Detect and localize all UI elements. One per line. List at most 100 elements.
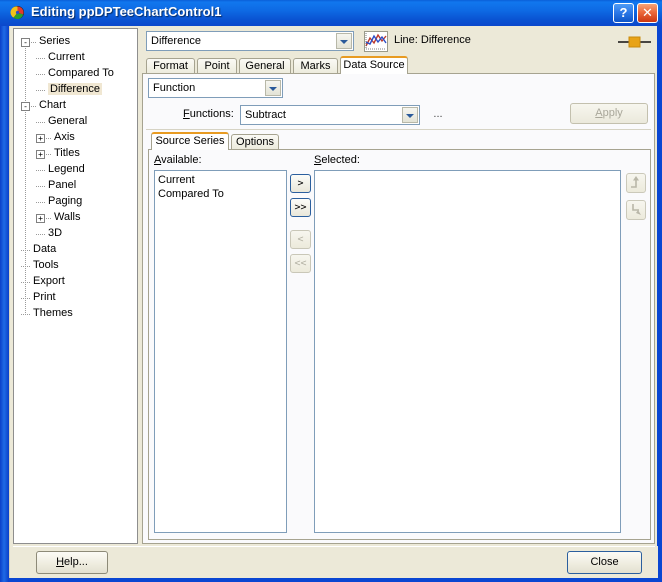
main-tab-bar: Format Point General Marks Data Source <box>142 56 655 74</box>
tree-connector <box>36 234 45 235</box>
data-source-tab-panel: Function Functions: Subtract ... Apply S… <box>142 73 655 544</box>
tree-connector <box>36 202 45 203</box>
tree-connector <box>36 186 45 187</box>
line-chart-icon <box>364 31 388 52</box>
tab-marks[interactable]: Marks <box>293 58 338 74</box>
tab-data-source[interactable]: Data Source <box>340 56 408 74</box>
dialog-footer: Help... Close <box>10 546 658 578</box>
titlebar-close-button[interactable]: ✕ <box>637 3 658 23</box>
functions-select-value: Subtract <box>245 109 286 121</box>
tree-item-paging[interactable]: Paging <box>14 194 137 210</box>
tree-item-label: Themes <box>33 307 73 319</box>
close-button[interactable]: Close <box>567 551 642 574</box>
source-sub-tab-bar: Source Series Options <box>148 132 448 150</box>
chevron-down-icon[interactable] <box>265 80 281 96</box>
title-bar: Editing ppDPTeeChartControl1 ? ✕ <box>0 0 662 26</box>
tree-item-compared-to[interactable]: Compared To <box>14 66 137 82</box>
apply-button[interactable]: Apply <box>570 103 648 124</box>
functions-select[interactable]: Subtract <box>240 105 420 125</box>
tree-item-walls[interactable]: + Walls <box>14 210 137 226</box>
tree-item-current[interactable]: Current <box>14 50 137 66</box>
tree-connector <box>21 250 30 251</box>
tree-item-label: General <box>48 115 88 127</box>
list-item[interactable]: Compared To <box>155 187 286 201</box>
section-divider <box>146 129 651 130</box>
tree-item-legend[interactable]: Legend <box>14 162 137 178</box>
tree-connector <box>31 42 37 43</box>
move-all-left-button[interactable]: << <box>290 254 311 273</box>
move-all-right-button[interactable]: >> <box>290 198 311 217</box>
series-select-value: Difference <box>151 35 201 47</box>
tree-connector <box>21 298 30 299</box>
tree-item-label: Current <box>48 51 85 63</box>
collapse-icon[interactable]: - <box>21 102 30 111</box>
tab-point[interactable]: Point <box>197 58 237 74</box>
move-down-button[interactable] <box>626 200 646 220</box>
footer-divider <box>13 546 655 547</box>
tree-connector <box>36 90 45 91</box>
chevron-down-icon[interactable] <box>336 33 352 49</box>
tree-connector <box>21 314 30 315</box>
tree-item-export[interactable]: Export <box>14 274 137 290</box>
tree-item-general[interactable]: General <box>14 114 137 130</box>
tree-item-label: Legend <box>48 163 85 175</box>
chevron-down-icon[interactable] <box>402 107 418 123</box>
selected-label: Selected: <box>314 154 360 166</box>
subtab-options[interactable]: Options <box>231 134 279 150</box>
titlebar-help-button[interactable]: ? <box>613 3 634 23</box>
datasource-mode-value: Function <box>153 82 196 94</box>
collapse-icon[interactable]: - <box>21 38 30 47</box>
tree-item-titles[interactable]: + Titles <box>14 146 137 162</box>
tree-item-panel[interactable]: Panel <box>14 178 137 194</box>
navigation-tree[interactable]: - Series Current Compared To Difference - Char… <box>13 28 138 544</box>
subtab-source-series[interactable]: Source Series <box>151 132 229 150</box>
tree-item-axis[interactable]: + Axis <box>14 130 137 146</box>
tree-item-3d[interactable]: 3D <box>14 226 137 242</box>
tree-item-difference[interactable]: Difference <box>14 82 137 98</box>
tree-item-label: Compared To <box>48 67 114 79</box>
tree-item-label: Chart <box>39 99 66 111</box>
selected-series-list[interactable] <box>314 170 621 533</box>
tree-item-series[interactable]: - Series <box>14 34 137 50</box>
chart-app-icon <box>10 5 25 20</box>
right-pane: Difference Line: Difference Format Point… <box>142 28 655 544</box>
tab-format[interactable]: Format <box>146 58 195 74</box>
functions-label: Functions: <box>183 108 234 120</box>
dialog-client-area: - Series Current Compared To Difference - Char… <box>9 26 658 578</box>
move-up-button[interactable] <box>626 173 646 193</box>
tree-item-tools[interactable]: Tools <box>14 258 137 274</box>
available-series-list[interactable]: Current Compared To <box>154 170 287 533</box>
tree-item-label: Titles <box>54 147 80 159</box>
tree-item-label: Axis <box>54 131 75 143</box>
tree-connector <box>46 154 52 155</box>
tree-item-label: Series <box>39 35 71 47</box>
tree-item-chart[interactable]: - Chart <box>14 98 137 114</box>
tree-connector <box>21 282 30 283</box>
expand-icon[interactable]: + <box>36 214 45 223</box>
tree-item-label: Print <box>33 291 56 303</box>
move-left-button[interactable]: < <box>290 230 311 249</box>
tree-connector <box>46 138 52 139</box>
tree-connector <box>36 74 45 75</box>
move-right-button[interactable]: > <box>290 174 311 193</box>
arrow-step-down-icon <box>627 204 645 222</box>
available-label: Available: <box>154 154 202 166</box>
tree-item-themes[interactable]: Themes <box>14 306 137 322</box>
help-button[interactable]: Help... <box>36 551 108 574</box>
source-series-panel: Available: Selected: Current Compared To … <box>148 149 651 540</box>
list-item[interactable]: Current <box>155 173 286 187</box>
expand-icon[interactable]: + <box>36 134 45 143</box>
functions-options-button[interactable]: ... <box>429 106 447 122</box>
series-select[interactable]: Difference <box>146 31 354 51</box>
tree-connector <box>31 106 37 107</box>
expand-icon[interactable]: + <box>36 150 45 159</box>
tree-connector <box>36 58 45 59</box>
series-color-preview <box>618 36 651 48</box>
tab-general[interactable]: General <box>239 58 291 74</box>
tree-item-print[interactable]: Print <box>14 290 137 306</box>
window-title: Editing ppDPTeeChartControl1 <box>31 4 222 19</box>
tree-item-data[interactable]: Data <box>14 242 137 258</box>
tree-item-label: Panel <box>48 179 77 191</box>
arrow-step-up-icon <box>627 176 645 195</box>
datasource-mode-select[interactable]: Function <box>148 78 283 98</box>
